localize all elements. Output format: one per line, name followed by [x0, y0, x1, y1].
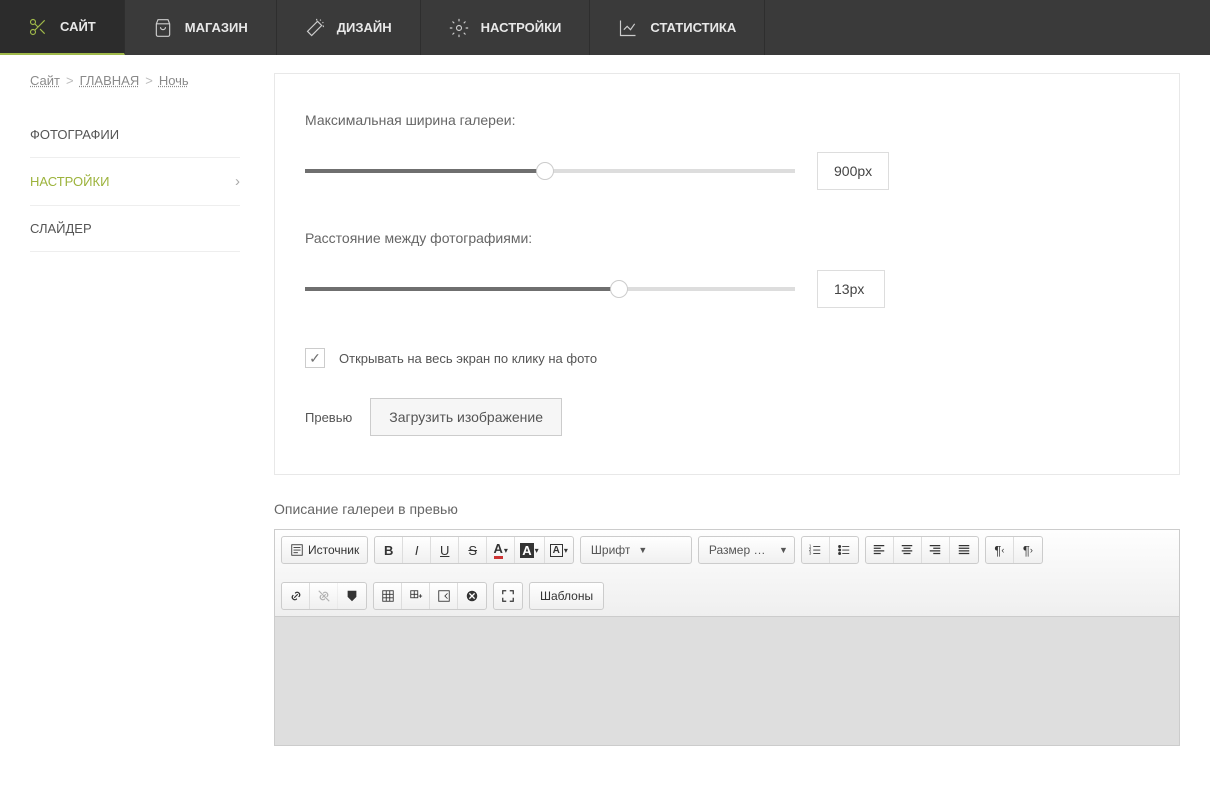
- gap-slider[interactable]: [305, 287, 795, 291]
- source-button[interactable]: Источник: [282, 537, 367, 563]
- embed-button[interactable]: [458, 583, 486, 609]
- top-nav: САЙТ МАГАЗИН ДИЗАЙН НАСТРОЙКИ СТАТИСТИКА: [0, 0, 1210, 55]
- maximize-button[interactable]: [494, 583, 522, 609]
- insert-row-button[interactable]: [402, 583, 430, 609]
- nav-site[interactable]: САЙТ: [0, 0, 125, 55]
- bullet-list-button[interactable]: [830, 537, 858, 563]
- bag-icon: [153, 18, 173, 38]
- sidebar-item-slider[interactable]: СЛАЙДЕР: [30, 206, 240, 252]
- ltr-button[interactable]: ¶‹: [986, 537, 1014, 563]
- nav-label: СТАТИСТИКА: [650, 20, 736, 35]
- align-center-button[interactable]: [894, 537, 922, 563]
- gap-value[interactable]: 13px: [817, 270, 885, 308]
- sidebar-item-label: НАСТРОЙКИ: [30, 174, 109, 189]
- wand-icon: [305, 18, 325, 38]
- bold-button[interactable]: B: [375, 537, 403, 563]
- bg-color-button[interactable]: A▾: [515, 537, 544, 563]
- description-title: Описание галереи в превью: [274, 501, 1180, 517]
- italic-button[interactable]: I: [403, 537, 431, 563]
- fullscreen-checkbox[interactable]: ✓: [305, 348, 325, 368]
- max-width-slider[interactable]: [305, 169, 795, 173]
- font-dropdown[interactable]: Шрифт▼: [581, 537, 691, 563]
- nav-label: МАГАЗИН: [185, 20, 248, 35]
- nav-label: НАСТРОЙКИ: [481, 20, 562, 35]
- text-color-button[interactable]: A▾: [487, 537, 515, 563]
- breadcrumb-link[interactable]: ГЛАВНАЯ: [80, 73, 140, 88]
- nav-label: ДИЗАЙН: [337, 20, 392, 35]
- breadcrumb-link[interactable]: Сайт: [30, 73, 60, 88]
- rich-text-editor: Источник B I U S A▾ A▾ A▾ Шрифт▼: [274, 529, 1180, 746]
- gear-icon: [449, 18, 469, 38]
- numbered-list-button[interactable]: 123: [802, 537, 830, 563]
- sidebar-item-label: ФОТОГРАФИИ: [30, 127, 119, 142]
- editor-content-area[interactable]: [275, 617, 1179, 745]
- upload-image-button[interactable]: Загрузить изображение: [370, 398, 562, 436]
- fullscreen-label: Открывать на весь экран по клику на фото: [339, 351, 597, 366]
- unlink-button[interactable]: [310, 583, 338, 609]
- max-width-value[interactable]: 900px: [817, 152, 889, 190]
- table-button[interactable]: [374, 583, 402, 609]
- chevron-right-icon: ›: [235, 173, 240, 190]
- rtl-button[interactable]: ¶›: [1014, 537, 1042, 563]
- nav-label: САЙТ: [60, 19, 96, 34]
- sidebar-item-label: СЛАЙДЕР: [30, 221, 92, 236]
- breadcrumb-link[interactable]: Ночь: [159, 73, 189, 88]
- settings-panel: Максимальная ширина галереи: 900px Расст…: [274, 73, 1180, 475]
- chart-icon: [618, 18, 638, 38]
- style-button[interactable]: A▾: [545, 537, 573, 563]
- sidebar-menu: ФОТОГРАФИИ НАСТРОЙКИ › СЛАЙДЕР: [30, 112, 240, 252]
- preview-label: Превью: [305, 410, 352, 425]
- breadcrumb: Сайт>ГЛАВНАЯ>Ночь: [30, 73, 240, 88]
- special-char-button[interactable]: [430, 583, 458, 609]
- templates-button[interactable]: Шаблоны: [530, 583, 603, 609]
- link-button[interactable]: [282, 583, 310, 609]
- editor-toolbar: Источник B I U S A▾ A▾ A▾ Шрифт▼: [275, 530, 1179, 617]
- sidebar-item-photos[interactable]: ФОТОГРАФИИ: [30, 112, 240, 158]
- font-size-dropdown[interactable]: Размер ш...▼: [699, 537, 794, 563]
- slider-thumb[interactable]: [610, 280, 628, 298]
- underline-button[interactable]: U: [431, 537, 459, 563]
- align-left-button[interactable]: [866, 537, 894, 563]
- slider-thumb[interactable]: [536, 162, 554, 180]
- nav-design[interactable]: ДИЗАЙН: [277, 0, 421, 55]
- nav-settings[interactable]: НАСТРОЙКИ: [421, 0, 591, 55]
- anchor-button[interactable]: [338, 583, 366, 609]
- sidebar-item-settings[interactable]: НАСТРОЙКИ ›: [30, 158, 240, 206]
- max-width-label: Максимальная ширина галереи:: [305, 112, 1149, 128]
- nav-shop[interactable]: МАГАЗИН: [125, 0, 277, 55]
- svg-text:3: 3: [809, 550, 812, 555]
- nav-stats[interactable]: СТАТИСТИКА: [590, 0, 765, 55]
- strike-button[interactable]: S: [459, 537, 487, 563]
- align-justify-button[interactable]: [950, 537, 978, 563]
- align-right-button[interactable]: [922, 537, 950, 563]
- gap-label: Расстояние между фотографиями:: [305, 230, 1149, 246]
- scissors-icon: [28, 17, 48, 37]
